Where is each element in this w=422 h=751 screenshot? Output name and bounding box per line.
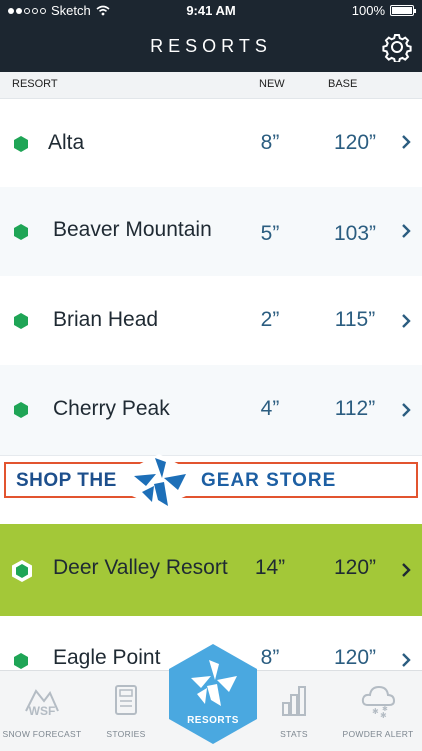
new-snow: 8” bbox=[260, 131, 280, 154]
tab-stories[interactable]: STORIES bbox=[84, 671, 168, 751]
hexagon-icon bbox=[12, 560, 32, 582]
hexagon-icon bbox=[14, 224, 28, 240]
gear-icon[interactable] bbox=[382, 32, 412, 62]
svg-text:WSF: WSF bbox=[29, 704, 56, 718]
snowflake-logo-icon bbox=[132, 454, 186, 508]
hexagon-icon bbox=[14, 313, 28, 329]
tab-label: SNOW FORECAST bbox=[2, 729, 82, 739]
base-depth: 120” bbox=[333, 131, 377, 154]
resort-name: Deer Valley Resort bbox=[53, 556, 228, 579]
tab-label: STORIES bbox=[106, 729, 146, 739]
tab-resorts[interactable] bbox=[167, 642, 259, 746]
resort-row-alta[interactable]: Alta 8” 120” bbox=[0, 99, 422, 188]
resort-row-beaver-mountain[interactable]: Beaver Mountain 5” 103” bbox=[0, 187, 422, 277]
new-snow: 14” bbox=[254, 556, 286, 579]
battery-percent: 100% bbox=[351, 3, 385, 18]
base-depth: 103” bbox=[333, 222, 377, 245]
chevron-right-icon bbox=[402, 224, 411, 238]
chevron-right-icon bbox=[402, 403, 411, 417]
base-depth: 115” bbox=[334, 308, 376, 331]
column-base: BASE bbox=[328, 78, 358, 90]
column-resort: RESORT bbox=[12, 78, 58, 90]
new-snow: 4” bbox=[260, 397, 280, 420]
base-depth: 120” bbox=[333, 556, 377, 579]
svg-text:✱: ✱ bbox=[382, 705, 388, 713]
resort-row-brian-head[interactable]: Brian Head 2” 115” bbox=[0, 276, 422, 366]
chevron-right-icon bbox=[402, 563, 411, 577]
resort-row-deer-valley[interactable]: Deer Valley Resort 14” 120” bbox=[0, 524, 422, 616]
new-snow: 2” bbox=[260, 308, 280, 331]
tab-powder-alert[interactable]: ✱ ✱ ✱ POWDER ALERT bbox=[336, 671, 420, 751]
banner-store-text: GEAR STORE bbox=[201, 470, 337, 491]
column-headers: RESORT NEW BASE bbox=[0, 72, 422, 99]
battery-icon bbox=[390, 5, 416, 16]
resort-name: Brian Head bbox=[53, 308, 159, 331]
chevron-right-icon bbox=[402, 653, 411, 667]
base-depth: 112” bbox=[334, 397, 376, 420]
hexagon-icon bbox=[14, 653, 28, 669]
snow-forecast-icon: WSF bbox=[25, 689, 59, 718]
column-new: NEW bbox=[259, 78, 285, 90]
resort-name: Eagle Point bbox=[53, 646, 161, 669]
hexagon-icon bbox=[14, 402, 28, 418]
status-bar: Sketch 9:41 AM 100% bbox=[0, 0, 422, 22]
resort-row-cherry-peak[interactable]: Cherry Peak 4” 112” bbox=[0, 365, 422, 456]
resort-name: Cherry Peak bbox=[53, 397, 170, 420]
base-depth: 120” bbox=[333, 646, 377, 669]
new-snow: 5” bbox=[260, 222, 280, 245]
tab-label: STATS bbox=[280, 729, 308, 739]
page-title: RESORTS bbox=[150, 36, 272, 56]
stories-icon bbox=[115, 685, 137, 715]
status-right: 100% bbox=[351, 3, 416, 18]
tab-label: POWDER ALERT bbox=[342, 729, 414, 739]
resort-name: Beaver Mountain bbox=[53, 218, 212, 241]
tab-label: RESORTS bbox=[187, 715, 239, 726]
chevron-right-icon bbox=[402, 135, 411, 149]
gear-store-banner[interactable]: SHOP THE GEAR STORE bbox=[4, 462, 418, 498]
hexagon-icon bbox=[14, 136, 28, 152]
stats-icon bbox=[282, 686, 306, 716]
powder-alert-icon: ✱ ✱ ✱ bbox=[361, 685, 396, 720]
banner-shop-text: SHOP THE bbox=[16, 470, 117, 491]
app-header: Sketch 9:41 AM 100% RESORTS bbox=[0, 0, 422, 72]
svg-text:✱: ✱ bbox=[372, 707, 379, 716]
tab-snow-forecast[interactable]: WSF SNOW FORECAST bbox=[0, 671, 84, 751]
tab-stats[interactable]: STATS bbox=[252, 671, 336, 751]
resort-name: Alta bbox=[48, 131, 85, 154]
chevron-right-icon bbox=[402, 314, 411, 328]
